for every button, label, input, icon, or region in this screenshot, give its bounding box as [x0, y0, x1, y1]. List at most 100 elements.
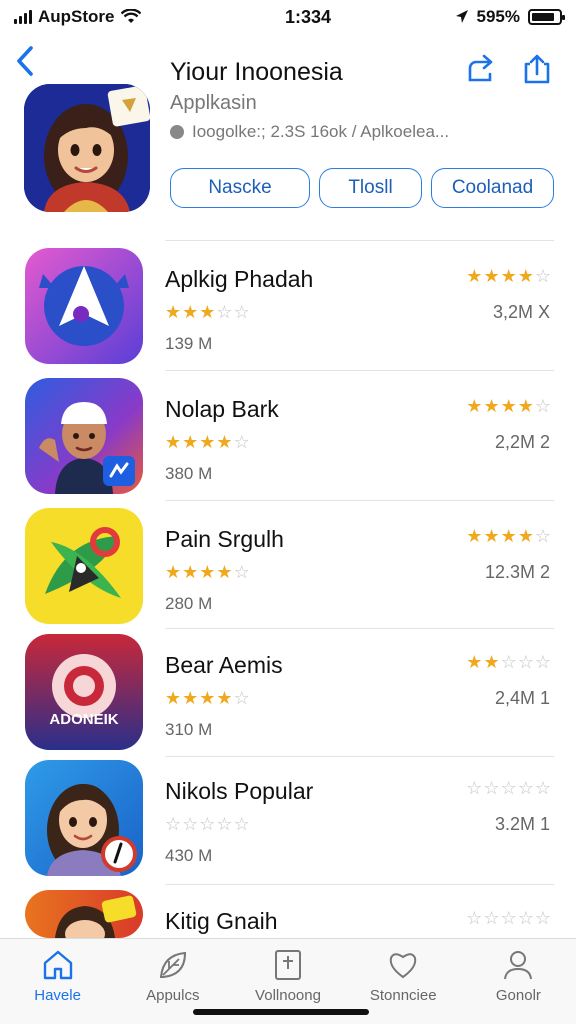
- divider: [165, 500, 554, 501]
- tab-gonolr[interactable]: Gonolr: [461, 939, 576, 1024]
- profile-icon: [504, 951, 533, 980]
- home-indicator[interactable]: [193, 1009, 369, 1015]
- star-icon: ★: [466, 526, 484, 546]
- star-icon: ☆: [534, 652, 552, 672]
- battery-icon: [528, 9, 565, 25]
- list-item[interactable]: Nolap Bark ★★★★☆ 380 M ★★★★☆ 2,2M 2: [0, 378, 576, 506]
- hero-app-icon[interactable]: [24, 84, 150, 212]
- home-icon: [43, 950, 72, 980]
- star-icon: ★: [165, 302, 183, 322]
- star-icon: ★: [500, 526, 518, 546]
- app-icon-6: [25, 890, 143, 938]
- back-button[interactable]: [10, 44, 40, 80]
- star-icon: ☆: [534, 908, 552, 928]
- app-size: 139 M: [165, 334, 213, 353]
- star-icon: ★: [216, 562, 234, 582]
- star-icon: ☆: [233, 302, 251, 322]
- location-arrow-icon: [455, 10, 468, 23]
- star-icon: ★: [500, 266, 518, 286]
- star-icon: ☆: [534, 526, 552, 546]
- pill-button-1[interactable]: Nascke: [170, 168, 310, 208]
- list-item[interactable]: ADONEIK Bear Aemis ★★★★☆ 310 M ★★☆☆☆ 2,4…: [0, 634, 576, 762]
- star-icon: ☆: [500, 908, 518, 928]
- star-icon: ★: [199, 562, 217, 582]
- hero-meta: Ioogolke:; 2.3S 16ok / Aplkoelea...: [170, 122, 449, 142]
- leaf-icon: [159, 951, 186, 978]
- star-icon: ☆: [483, 778, 501, 798]
- rating-stars-right: ★★★★☆: [466, 266, 552, 287]
- star-icon: ★: [182, 688, 200, 708]
- star-icon: ★: [483, 652, 501, 672]
- star-icon: ☆: [466, 908, 484, 928]
- star-icon: ☆: [500, 778, 518, 798]
- star-icon: ★: [517, 396, 535, 416]
- star-icon: ☆: [534, 778, 552, 798]
- star-icon: ☆: [165, 814, 183, 834]
- share-button[interactable]: [464, 52, 498, 86]
- list-item[interactable]: Nikols Popular ☆☆☆☆☆ 430 M ☆☆☆☆☆ 3.2M 1: [0, 760, 576, 888]
- star-icon: ★: [517, 526, 535, 546]
- rating-stars: ★★★★☆: [165, 562, 251, 583]
- star-icon: ☆: [466, 778, 484, 798]
- star-icon: ☆: [216, 814, 234, 834]
- tab-label: Appulcs: [146, 987, 200, 1004]
- app-icon-4: ADONEIK: [25, 634, 143, 750]
- star-icon: ★: [182, 432, 200, 452]
- star-icon: ☆: [534, 396, 552, 416]
- status-right: 595%: [402, 7, 565, 27]
- app-name: Nolap Bark: [165, 396, 279, 422]
- rating-stars-right: ☆☆☆☆☆: [466, 908, 552, 929]
- chevron-left-icon: [17, 46, 33, 76]
- page-title: Yiour Inoonesia: [170, 58, 343, 86]
- star-icon: ★: [517, 266, 535, 286]
- rating-stars-right: ★★★★☆: [466, 396, 552, 417]
- share-icon: [468, 54, 493, 82]
- upload-icon: [524, 54, 550, 84]
- list-item[interactable]: Pain Srgulh ★★★★☆ 280 M ★★★★☆ 12.3M 2: [0, 508, 576, 636]
- meta-text: Ioogolke:; 2.3S 16ok / Aplkoelea...: [192, 122, 450, 141]
- rating-stars-right: ★★☆☆☆: [466, 652, 552, 673]
- rating-stars: ★★★★☆: [165, 432, 251, 453]
- book-icon: [275, 950, 301, 980]
- star-icon: ★: [199, 302, 217, 322]
- app-size: 380 M: [165, 464, 213, 483]
- download-count: 2,4M 1: [494, 688, 550, 708]
- star-icon: ★: [182, 302, 200, 322]
- pill-button-2[interactable]: Tlosll: [319, 168, 422, 208]
- star-icon: ☆: [517, 908, 535, 928]
- status-time: 1:334: [284, 6, 332, 27]
- rating-stars-right: ☆☆☆☆☆: [466, 778, 552, 799]
- star-icon: ★: [483, 396, 501, 416]
- list-item[interactable]: Aplkig Phadah ★★★☆☆ 139 M ★★★★☆ 3,2M X: [0, 248, 576, 376]
- pill-button-3[interactable]: Coolanad: [431, 168, 554, 208]
- status-left: AupStore: [14, 7, 214, 27]
- star-icon: ★: [466, 396, 484, 416]
- tab-label: Gonolr: [495, 987, 541, 1004]
- rating-stars: ☆☆☆☆☆: [165, 814, 251, 835]
- battery-percent: 595%: [476, 7, 520, 26]
- signal-icon: [14, 10, 32, 24]
- tab-havele[interactable]: Havele: [0, 939, 115, 1024]
- heart-icon: [389, 953, 417, 979]
- download-count: 12.3M 2: [484, 562, 550, 582]
- rating-stars: ★★★☆☆: [165, 302, 251, 323]
- info-dot-icon: [170, 125, 184, 139]
- app-name: Bear Aemis: [165, 652, 283, 678]
- tab-label: Vollnoong: [255, 987, 321, 1004]
- app-icon-5: [25, 760, 143, 876]
- star-icon: ★: [199, 432, 217, 452]
- star-icon: ☆: [233, 814, 251, 834]
- star-icon: ★: [165, 432, 183, 452]
- star-icon: ☆: [216, 302, 234, 322]
- rating-stars-right: ★★★★☆: [466, 526, 552, 547]
- app-icon-1: [25, 248, 143, 364]
- battery-level: [532, 13, 555, 21]
- app-icon-2: [25, 378, 143, 494]
- divider: [165, 628, 554, 629]
- status-bar: AupStore 1:334 595%: [0, 0, 576, 34]
- app-icon-3: [25, 508, 143, 624]
- star-icon: ☆: [233, 432, 251, 452]
- wifi-icon: [120, 9, 141, 23]
- app-name: Pain Srgulh: [165, 526, 284, 552]
- upload-button[interactable]: [520, 52, 554, 86]
